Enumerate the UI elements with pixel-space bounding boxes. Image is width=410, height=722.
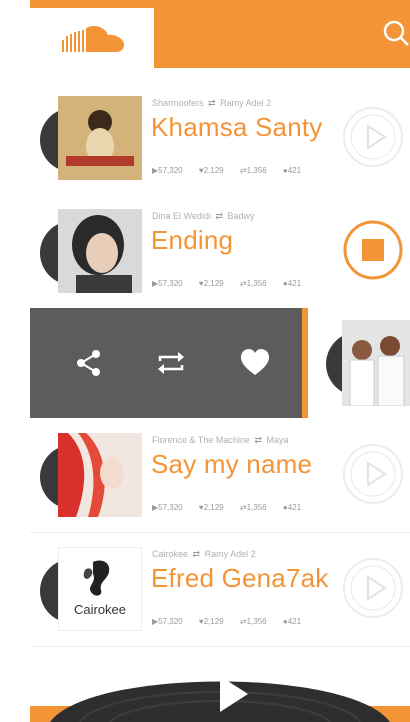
album-art — [58, 209, 142, 293]
track-stats: ▶57,320 ♥2,129 ⇄1,356 ●421 — [152, 617, 315, 626]
plays-count: ▶57,320 — [152, 617, 183, 626]
reposts-count: ⇄1,356 — [239, 166, 267, 175]
likes-count: ♥2,129 — [198, 617, 224, 626]
comments-count: ●421 — [282, 166, 302, 175]
reposter-name[interactable]: Ramy Adel 2 — [220, 98, 271, 108]
repost-icon: ⇄ — [254, 435, 262, 445]
track-row[interactable]: Florence & The Machine ⇄ Maya Say my nam… — [30, 419, 410, 533]
likes-count: ♥2,129 — [198, 279, 224, 288]
play-button[interactable] — [342, 106, 404, 168]
comments-count: ●421 — [282, 617, 302, 626]
track-stats: ▶57,320 ♥2,129 ⇄1,356 ●421 — [152, 279, 315, 288]
artist-name[interactable]: Cairokee — [152, 549, 188, 559]
track-meta: Dina El Wedidi ⇄ Badwy — [152, 211, 254, 222]
left-edge — [0, 0, 30, 722]
album-art — [58, 433, 142, 517]
heart-icon[interactable] — [238, 346, 272, 380]
repost-icon: ⇄ — [215, 211, 223, 221]
track-meta: Sharmoofers ⇄ Ramy Adel 2 — [152, 98, 271, 109]
track-title[interactable]: Efred Gena7ak — [151, 563, 329, 594]
album-art: Cairokee — [58, 547, 142, 631]
reposter-name[interactable]: Ramy Adel 2 — [205, 549, 256, 559]
track-title[interactable]: Say my name — [151, 449, 312, 480]
reposter-name[interactable]: Maya — [266, 435, 288, 445]
repost-icon: ⇄ — [192, 549, 201, 559]
bottom-player[interactable] — [30, 650, 410, 722]
top-bar — [30, 0, 410, 68]
track-row[interactable]: Sharmoofers ⇄ Ramy Adel 2 Khamsa Santy ▶… — [30, 82, 410, 196]
play-button[interactable] — [342, 557, 404, 619]
share-icon[interactable] — [72, 346, 106, 380]
home-tab[interactable] — [30, 8, 154, 68]
reposts-count: ⇄1,356 — [239, 617, 267, 626]
album-art-text: Cairokee — [73, 602, 127, 617]
track-stats: ▶57,320 ♥2,129 ⇄1,356 ●421 — [152, 166, 315, 175]
artist-name[interactable]: Sharmoofers — [152, 98, 204, 108]
swipe-accent-bar — [302, 308, 308, 418]
likes-count: ♥2,129 — [198, 503, 224, 512]
reposts-count: ⇄1,356 — [239, 279, 267, 288]
artist-name[interactable]: Florence & The Machine — [152, 435, 250, 445]
track-stats: ▶57,320 ♥2,129 ⇄1,356 ●421 — [152, 503, 315, 512]
reposts-count: ⇄1,356 — [239, 503, 267, 512]
plays-count: ▶57,320 — [152, 503, 183, 512]
track-row[interactable]: Cairokee Cairokee ⇄ Ramy Adel 2 Efred Ge… — [30, 533, 410, 647]
comments-count: ●421 — [282, 503, 302, 512]
track-title[interactable]: Khamsa Santy — [151, 112, 323, 143]
track-meta: Florence & The Machine ⇄ Maya — [152, 435, 288, 446]
app-screen: Sharmoofers ⇄ Ramy Adel 2 Khamsa Santy ▶… — [30, 0, 410, 722]
track-meta: Cairokee ⇄ Ramy Adel 2 — [152, 549, 256, 560]
track-row[interactable]: Dina El Wedidi ⇄ Badwy Ending ▶57,320 ♥2… — [30, 195, 410, 309]
repost-icon: ⇄ — [208, 98, 216, 108]
album-art — [58, 96, 142, 180]
search-icon[interactable] — [380, 18, 410, 48]
reposter-name[interactable]: Badwy — [227, 211, 254, 221]
soundcloud-cloud-icon — [62, 26, 124, 52]
plays-count: ▶57,320 — [152, 279, 183, 288]
track-title[interactable]: Ending — [151, 225, 233, 256]
likes-count: ♥2,129 — [198, 166, 224, 175]
plays-count: ▶57,320 — [152, 166, 183, 175]
album-art — [342, 320, 410, 406]
play-button[interactable] — [342, 443, 404, 505]
repost-icon[interactable] — [154, 346, 188, 380]
comments-count: ●421 — [282, 279, 302, 288]
artist-name[interactable]: Dina El Wedidi — [152, 211, 211, 221]
stop-button[interactable] — [342, 219, 404, 281]
swiped-track-row[interactable] — [30, 308, 410, 418]
